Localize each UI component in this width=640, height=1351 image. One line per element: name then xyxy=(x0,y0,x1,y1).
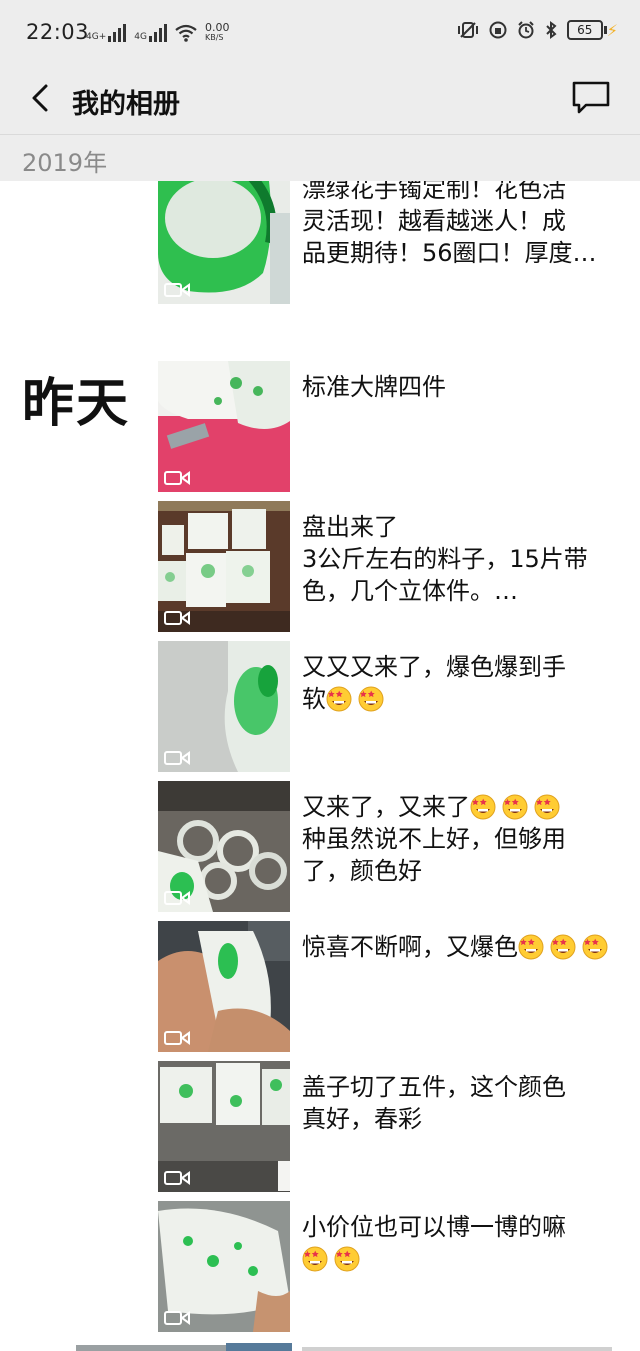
album-post[interactable]: 惊喜不断啊，又爆色 xyxy=(158,921,608,1052)
star-struck-emoji-icon xyxy=(550,934,576,960)
album-post[interactable]: 又来了，又来了 种虽然说不上好，但够用 了，颜色好 xyxy=(158,781,608,912)
wifi-icon xyxy=(175,24,197,42)
star-struck-emoji-icon xyxy=(518,934,544,960)
video-camera-icon xyxy=(164,471,190,485)
star-struck-emoji-icon xyxy=(326,686,352,712)
post-caption: 标准大牌四件 xyxy=(302,373,446,401)
post-thumbnail[interactable] xyxy=(158,501,290,632)
star-struck-emoji-icon xyxy=(534,794,560,820)
page-title: 我的相册 xyxy=(72,89,180,120)
status-time: 22:03 xyxy=(26,20,90,44)
signal-bars-icon xyxy=(148,24,167,42)
video-camera-icon xyxy=(164,891,190,905)
post-caption: 漂绿花手镯定制！花色活 灵活现！越看越迷人！成 品更期待！56圈口！厚度… xyxy=(302,181,597,267)
post-thumbnail[interactable] xyxy=(158,641,290,772)
charging-icon: ⚡ xyxy=(606,20,618,40)
post-thumbnail[interactable] xyxy=(158,781,290,912)
album-post[interactable]: 盘出来了 3公斤左右的料子，15片带 色，几个立体件。… xyxy=(158,501,608,632)
day-label: 昨天 xyxy=(22,374,131,434)
star-struck-emoji-icon xyxy=(302,1246,328,1272)
message-bubble-icon[interactable] xyxy=(570,77,612,117)
album-post[interactable]: 盖子切了五件，这个颜色 真好，春彩 xyxy=(158,1061,608,1192)
year-label: 2019年 xyxy=(22,149,108,177)
star-struck-emoji-icon xyxy=(358,686,384,712)
emoji-row xyxy=(302,1245,366,1273)
album-post[interactable]: 标准大牌四件 xyxy=(158,361,608,492)
post-caption: 又又又来了，爆色爆到手 软 xyxy=(302,653,566,713)
data-saver-icon xyxy=(489,21,507,39)
post-thumbnail[interactable] xyxy=(158,1201,290,1332)
album-post[interactable]: 漂绿花手镯定制！花色活 灵活现！越看越迷人！成 品更期待！56圈口！厚度… xyxy=(158,181,608,304)
next-post-peek[interactable] xyxy=(76,1343,640,1351)
video-camera-icon xyxy=(164,1311,190,1325)
post-thumbnail[interactable] xyxy=(158,361,290,492)
post-caption: 惊喜不断啊，又爆色 xyxy=(302,931,617,963)
emoji-row xyxy=(326,685,390,713)
emoji-row xyxy=(518,933,614,961)
year-header: 2019年 xyxy=(0,135,640,181)
album-feed[interactable]: 昨天 漂绿花手镯定制！花色活 灵活现！越看越迷人！成 品更期待！56圈口！厚度… xyxy=(0,181,640,1351)
alarm-icon xyxy=(518,21,534,39)
star-struck-emoji-icon xyxy=(582,934,608,960)
emoji-row xyxy=(470,793,566,821)
signal-bars-icon xyxy=(108,24,127,42)
post-thumbnail[interactable] xyxy=(158,1061,290,1192)
bluetooth-icon xyxy=(546,21,557,39)
vibrate-icon xyxy=(457,22,478,38)
video-camera-icon xyxy=(164,283,190,297)
signal-1: 4G+ xyxy=(86,24,127,42)
status-right-icons: 65 ⚡ xyxy=(457,20,618,40)
video-camera-icon xyxy=(164,611,190,625)
album-post[interactable]: 小价位也可以博一博的嘛 xyxy=(158,1201,608,1332)
post-caption: 小价位也可以博一博的嘛 xyxy=(302,1211,617,1275)
status-bar: 22:03 4G+ 4G 0.00 KB/S 65 ⚡ xyxy=(0,0,640,64)
star-struck-emoji-icon xyxy=(470,794,496,820)
video-camera-icon xyxy=(164,1171,190,1185)
star-struck-emoji-icon xyxy=(334,1246,360,1272)
video-camera-icon xyxy=(164,751,190,765)
network-indicators: 4G+ 4G 0.00 KB/S xyxy=(86,22,229,42)
post-caption: 又来了，又来了 种虽然说不上好，但够用 了，颜色好 xyxy=(302,793,566,885)
post-thumbnail[interactable] xyxy=(158,921,290,1052)
video-camera-icon xyxy=(164,1031,190,1045)
post-thumbnail[interactable] xyxy=(158,181,290,304)
signal-2: 4G xyxy=(134,24,167,42)
star-struck-emoji-icon xyxy=(502,794,528,820)
post-caption: 盖子切了五件，这个颜色 真好，春彩 xyxy=(302,1073,566,1133)
chevron-left-icon[interactable] xyxy=(22,78,62,118)
net-speed: 0.00 KB/S xyxy=(204,21,230,42)
nav-bar: 我的相册 xyxy=(0,64,640,135)
album-post[interactable]: 又又又来了，爆色爆到手 软 xyxy=(158,641,608,772)
battery-icon: 65 xyxy=(566,20,607,40)
post-caption: 盘出来了 3公斤左右的料子，15片带 色，几个立体件。… xyxy=(302,513,588,605)
